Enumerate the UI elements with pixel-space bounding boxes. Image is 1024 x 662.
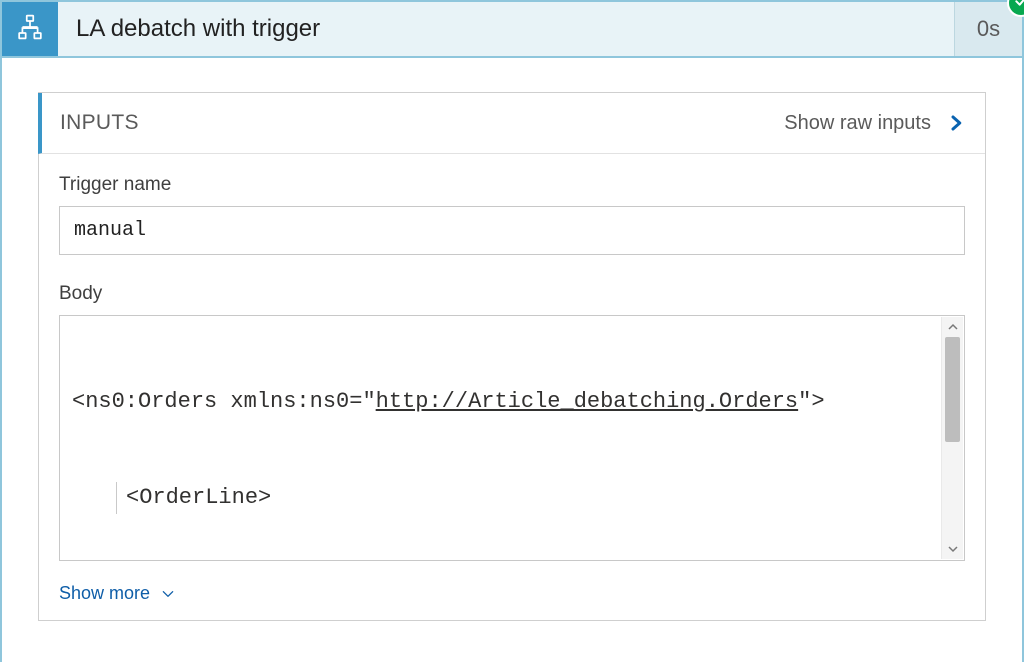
body-xml-content: <ns0:Orders xmlns:ns0="http://Article_de… xyxy=(60,316,964,561)
chevron-right-icon xyxy=(947,111,965,135)
body-scrollbar[interactable] xyxy=(941,317,963,559)
panel-title: INPUTS xyxy=(60,111,139,135)
trigger-name-label: Trigger name xyxy=(59,174,965,196)
body-xml-box[interactable]: <ns0:Orders xmlns:ns0="http://Article_de… xyxy=(59,315,965,561)
show-more-link[interactable]: Show more xyxy=(59,583,176,604)
inputs-panel-header: INPUTS Show raw inputs xyxy=(38,93,985,154)
panel-body: Trigger name manual Body <ns0:Orders xml… xyxy=(39,154,985,620)
check-icon xyxy=(1013,0,1024,14)
scroll-up-button[interactable] xyxy=(942,317,963,337)
scroll-track[interactable] xyxy=(942,337,963,539)
chevron-down-icon xyxy=(160,587,176,601)
trigger-name-value[interactable]: manual xyxy=(59,206,965,255)
show-more-label: Show more xyxy=(59,583,150,604)
card-header: LA debatch with trigger 0s xyxy=(2,2,1022,58)
inputs-panel: INPUTS Show raw inputs Trigger name manu… xyxy=(38,92,986,621)
card-title: LA debatch with trigger xyxy=(58,2,954,56)
scroll-down-button[interactable] xyxy=(942,539,963,559)
card-root: LA debatch with trigger 0s INPUTS Show r… xyxy=(0,0,1024,662)
show-raw-inputs-label: Show raw inputs xyxy=(784,112,931,135)
show-raw-inputs-link[interactable]: Show raw inputs xyxy=(784,111,965,135)
scroll-thumb[interactable] xyxy=(945,337,960,442)
duration-text: 0s xyxy=(977,16,1000,42)
workflow-icon xyxy=(17,14,43,45)
action-icon-box xyxy=(2,2,58,56)
body-label: Body xyxy=(59,283,965,305)
